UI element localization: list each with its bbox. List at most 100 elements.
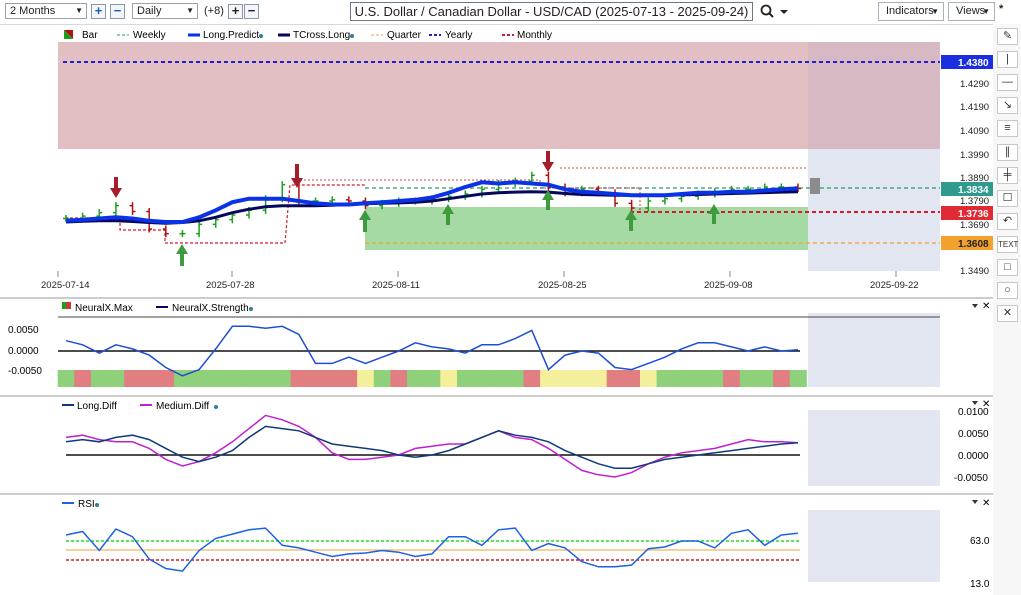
diff-projection bbox=[808, 410, 940, 486]
diff-pane: Long.Diff Medium.Diff 0.0100 0.0050 0.00… bbox=[62, 399, 990, 486]
neuralx-max-cell bbox=[124, 370, 142, 387]
ray-icon[interactable]: ↘ bbox=[997, 97, 1018, 114]
close-pane-icon[interactable]: ✕ bbox=[982, 498, 990, 509]
neuralx-max-cell bbox=[490, 370, 508, 387]
hline-icon[interactable]: — bbox=[997, 74, 1018, 91]
pane-menu-icon[interactable] bbox=[972, 401, 978, 405]
square-icon[interactable]: □ bbox=[997, 259, 1018, 276]
note-icon[interactable]: ☐ bbox=[997, 190, 1018, 207]
crosshair-icon[interactable]: ╪ bbox=[997, 167, 1018, 184]
diff-tick: 0.0050 bbox=[958, 429, 989, 440]
neuralx-tick: 0.0050 bbox=[8, 325, 39, 336]
indicators-button[interactable]: Indicators ▼ bbox=[878, 2, 944, 21]
rsi-tick: 63.0 bbox=[970, 536, 990, 547]
price-tick: 1.4290 bbox=[960, 79, 989, 90]
undo-icon[interactable]: ↶ bbox=[997, 213, 1018, 230]
legend-rsi: RSI bbox=[78, 499, 95, 510]
neuralx-max-cell bbox=[590, 370, 608, 387]
pencil-icon[interactable]: ✎ bbox=[997, 28, 1018, 45]
neuralx-max-bar bbox=[57, 370, 807, 387]
medium-diff-line bbox=[65, 414, 799, 478]
neuralx-max-cell bbox=[706, 370, 724, 387]
date-tick: 2025-09-08 bbox=[704, 280, 753, 291]
legend-neuralx-strength: NeuralX.Strength bbox=[172, 303, 249, 314]
text-icon[interactable]: TEXT bbox=[997, 236, 1018, 253]
legend-dot-icon bbox=[249, 307, 253, 311]
legend-dot-icon bbox=[214, 405, 218, 409]
vline-icon[interactable]: | bbox=[997, 51, 1018, 68]
period-select[interactable]: 2 Months ▼ bbox=[5, 3, 87, 19]
chevron-down-icon: ▼ bbox=[982, 7, 990, 16]
search-icon[interactable] bbox=[760, 4, 790, 20]
neuralx-max-cell bbox=[290, 370, 308, 387]
legend-long-predict: Long.Predict bbox=[203, 30, 259, 41]
neuralx-max-cell bbox=[57, 370, 75, 387]
fib-icon[interactable]: ≡ bbox=[997, 120, 1018, 137]
last-price-tag-label: 1.3834 bbox=[958, 185, 989, 196]
neuralx-max-cell bbox=[723, 370, 741, 387]
legend-bar: Bar bbox=[82, 30, 98, 41]
neuralx-pane: NeuralX.Max NeuralX.Strength 0.0050 0.00… bbox=[8, 301, 990, 387]
neuralx-max-cell bbox=[739, 370, 757, 387]
neuralx-tick: 0.0000 bbox=[8, 346, 39, 357]
neuralx-max-cell bbox=[407, 370, 425, 387]
symbol-title[interactable]: U.S. Dollar / Canadian Dollar - USD/CAD … bbox=[350, 2, 753, 21]
neuralx-max-cell bbox=[390, 370, 408, 387]
date-tick: 2025-08-25 bbox=[538, 280, 587, 291]
circle-icon[interactable]: ○ bbox=[997, 282, 1018, 299]
close-pane-icon[interactable]: ✕ bbox=[982, 301, 990, 312]
legend-weekly: Weekly bbox=[133, 30, 166, 41]
neuralx-max-cell bbox=[274, 370, 292, 387]
neuralx-max-cell bbox=[307, 370, 325, 387]
neuralx-max-cell bbox=[673, 370, 691, 387]
date-tick: 2025-07-14 bbox=[41, 280, 90, 291]
neuralx-max-cell bbox=[190, 370, 208, 387]
minus-icon: − bbox=[113, 3, 122, 18]
current-price-marker bbox=[810, 178, 820, 194]
yearly-price-tag-label: 1.4380 bbox=[958, 58, 989, 69]
zoom-out-button[interactable]: − bbox=[110, 4, 125, 19]
price-tick: 1.4190 bbox=[960, 102, 989, 113]
neuralx-max-cell bbox=[523, 370, 541, 387]
star-icon[interactable]: * bbox=[999, 3, 1003, 15]
neuralx-max-cell bbox=[640, 370, 658, 387]
interval-select-label: Daily bbox=[137, 5, 162, 17]
neuralx-max-cell bbox=[91, 370, 109, 387]
offset-decrease-button[interactable]: − bbox=[244, 4, 259, 19]
pane-menu-icon[interactable] bbox=[972, 304, 978, 308]
neuralx-max-cell bbox=[457, 370, 475, 387]
neuralx-max-cell bbox=[257, 370, 275, 387]
channel-icon[interactable]: ∥ bbox=[997, 144, 1018, 161]
views-button[interactable]: Views ▼ bbox=[948, 2, 995, 21]
legend-medium-diff: Medium.Diff bbox=[156, 401, 209, 412]
neuralx-max-cell bbox=[623, 370, 641, 387]
date-tick: 2025-07-28 bbox=[206, 280, 255, 291]
rsi-projection bbox=[808, 510, 940, 582]
offset-label: (+8) bbox=[204, 5, 224, 17]
neuralx-max-cell bbox=[540, 370, 558, 387]
pane-menu-icon[interactable] bbox=[972, 500, 978, 504]
legend-monthly: Monthly bbox=[517, 30, 552, 41]
projection-resistance bbox=[808, 42, 940, 149]
price-tick: 1.3990 bbox=[960, 150, 989, 161]
legend-long-diff: Long.Diff bbox=[77, 401, 117, 412]
price-pane: Bar Weekly Long.Predict TCross.Long Quar… bbox=[0, 27, 993, 297]
legend-dot-icon bbox=[259, 34, 263, 38]
offset-increase-button[interactable]: + bbox=[228, 4, 243, 19]
close-icon[interactable]: ✕ bbox=[997, 305, 1018, 322]
zoom-in-button[interactable]: + bbox=[91, 4, 106, 19]
legend-neuralx-max: NeuralX.Max bbox=[75, 303, 133, 314]
neuralx-max-cell bbox=[240, 370, 258, 387]
neuralx-max-cell bbox=[656, 370, 674, 387]
legend-dot-icon bbox=[95, 503, 99, 507]
chevron-down-icon: ▼ bbox=[75, 6, 83, 15]
legend-dot-icon bbox=[350, 34, 354, 38]
neuralx-max-cell bbox=[506, 370, 524, 387]
interval-select[interactable]: Daily ▼ bbox=[132, 3, 198, 19]
neuralx-max-cell bbox=[440, 370, 458, 387]
price-tick: 1.3790 bbox=[960, 196, 989, 207]
close-pane-icon[interactable]: ✕ bbox=[982, 399, 990, 410]
neuralx-max-legend-icon-red bbox=[66, 302, 71, 309]
neuralx-max-cell bbox=[789, 370, 807, 387]
views-button-label: Views bbox=[956, 5, 986, 17]
